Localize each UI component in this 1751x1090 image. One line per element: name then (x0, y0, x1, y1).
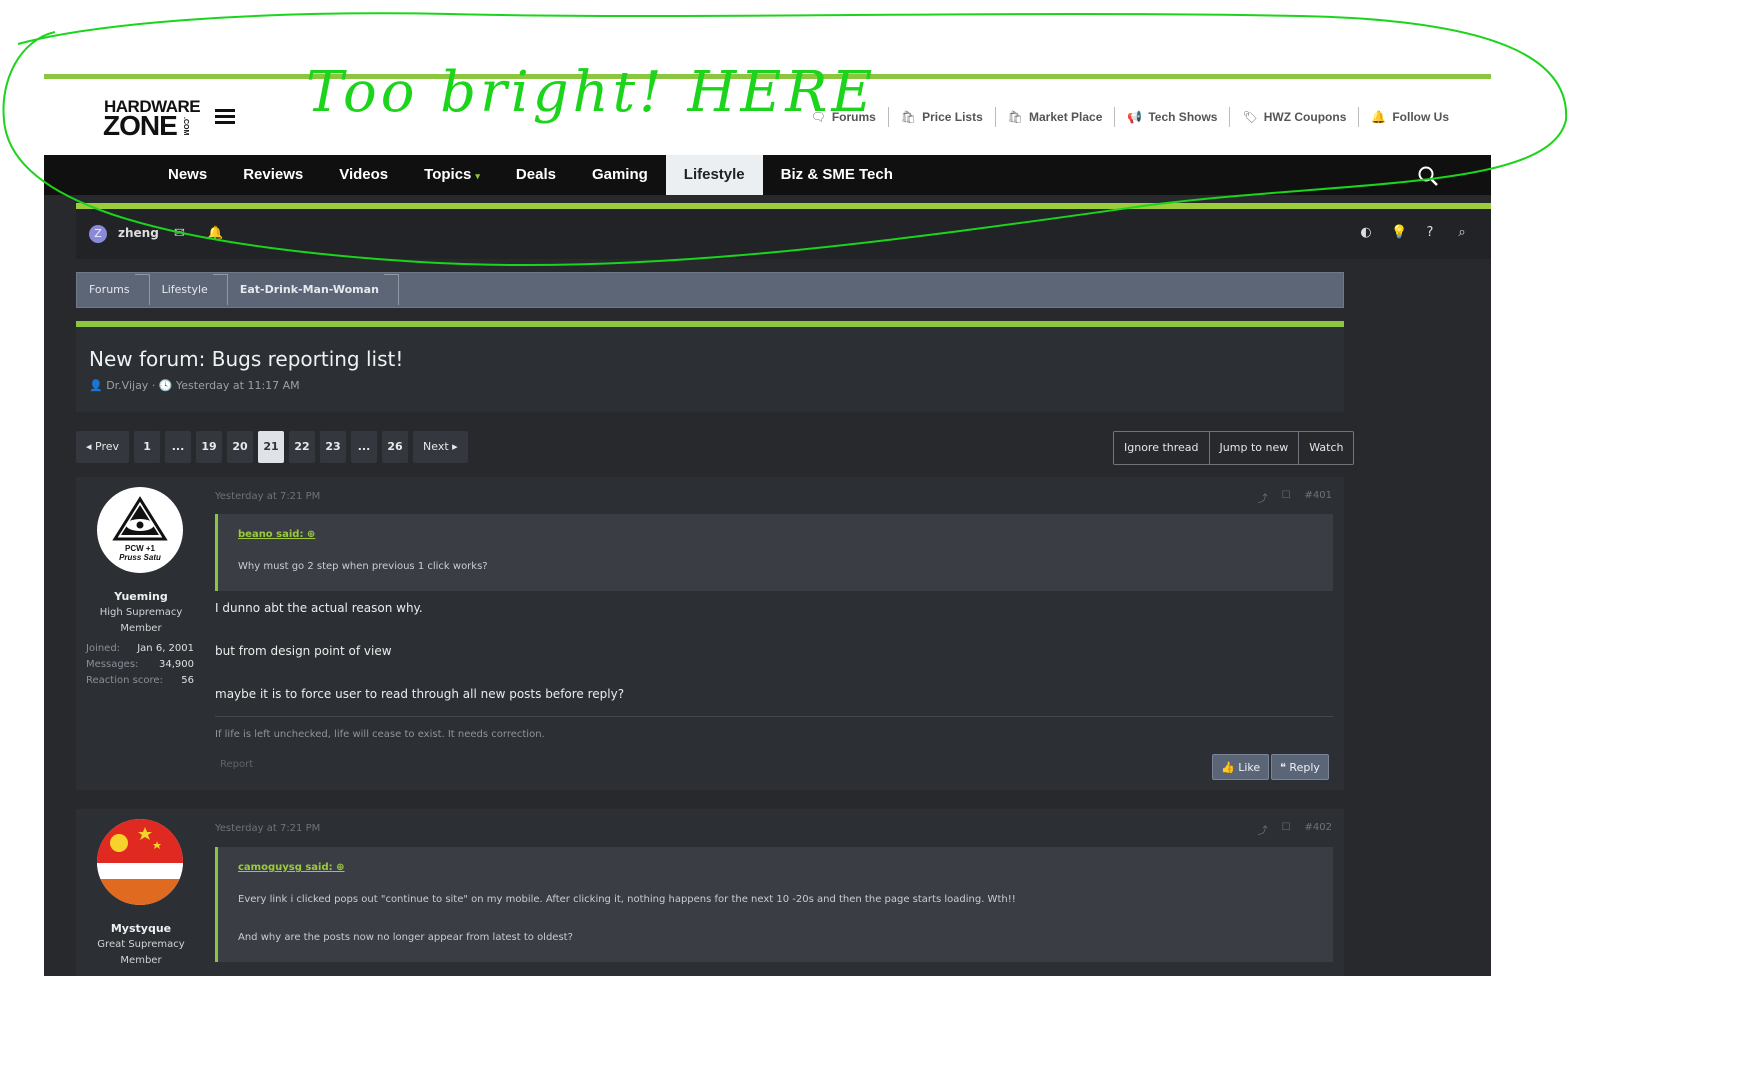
avatar[interactable]: PCW +1 Pruss Satu (97, 487, 183, 573)
envelope-icon[interactable]: ✉ (174, 226, 185, 241)
top-links: 🗨 Forums 🛍 Price Lists 🛍 Market Place 📢 Tech… (799, 107, 1461, 127)
stat-messages: Messages: 34,900 (86, 659, 194, 670)
top-link-hwz-coupons[interactable]: 🏷 HWZ Coupons (1229, 107, 1358, 127)
toggle-icon[interactable]: ◐ (1359, 225, 1373, 240)
post: Mystyque Great Supremacy Member Yesterda… (76, 809, 1344, 976)
quote-block: beano said: ⊕ Why must go 2 step when pr… (215, 514, 1333, 591)
nav-videos[interactable]: Videos (321, 155, 406, 195)
username-link[interactable]: zheng (118, 226, 159, 240)
flag-avatar-icon (97, 819, 183, 905)
watch-button[interactable]: Watch (1298, 432, 1353, 464)
main-nav: News Reviews Videos Topics ▾ Deals Gaming… (44, 155, 1491, 195)
quote-block: camoguysg said: ⊕ Every link i clicked p… (215, 847, 1333, 962)
lightbulb-icon[interactable]: 💡 (1391, 225, 1407, 240)
page-button[interactable]: 22 (289, 431, 316, 463)
megaphone-icon: 📢 (1127, 110, 1143, 124)
eye-triangle-icon: PCW +1 Pruss Satu (112, 496, 168, 562)
breadcrumb-lifestyle[interactable]: Lifestyle (150, 272, 228, 308)
nav-biz-sme-tech[interactable]: Biz & SME Tech (763, 155, 911, 195)
post-body-line: maybe it is to force user to read throug… (215, 687, 625, 701)
top-link-price-lists[interactable]: 🛍 Price Lists (887, 107, 995, 127)
shopping-bag-icon: 🛍 (1007, 110, 1024, 124)
page-button[interactable]: 1 (134, 431, 161, 463)
thread-actions: Ignore thread Jump to new Watch (1113, 431, 1355, 465)
page-button[interactable]: 19 (196, 431, 223, 463)
svg-text:PCW +1: PCW +1 (125, 544, 156, 553)
menu-icon[interactable] (215, 109, 235, 125)
hardwarezone-logo[interactable]: HARDWARE ZONE .COM (102, 95, 201, 141)
tag-icon: 🏷 (1242, 110, 1258, 124)
user-bar: Z zheng ✉ 🔔 ◐ 💡 ? ⌕ (76, 209, 1491, 259)
report-link[interactable]: Report (220, 759, 253, 770)
page-button[interactable]: 20 (227, 431, 254, 463)
page-button[interactable]: 26 (382, 431, 409, 463)
page-ellipsis-button[interactable]: ... (351, 431, 378, 463)
page-title: New forum: Bugs reporting list! (89, 347, 404, 371)
user-title: High Supremacy Member (99, 607, 183, 634)
thread-header: New forum: Bugs reporting list! 👤 Dr.Vij… (76, 321, 1344, 412)
post-date[interactable]: Yesterday at 7:21 PM (215, 491, 320, 502)
nav-topics[interactable]: Topics ▾ (406, 155, 498, 195)
post-number[interactable]: #401 (1305, 490, 1332, 505)
post-author-name[interactable]: Yueming (76, 590, 206, 603)
reply-button[interactable]: ❝ Reply (1271, 754, 1329, 780)
user-title: Great Supremacy Member (97, 939, 185, 966)
breadcrumb-eat-drink-man-woman[interactable]: Eat-Drink-Man-Woman (228, 272, 399, 308)
post-body-line: I dunno abt the actual reason why. (215, 601, 423, 615)
shopping-bag-icon: 🛍 (900, 110, 917, 124)
top-link-tech-shows[interactable]: 📢 Tech Shows (1114, 107, 1229, 127)
quote-author-link[interactable]: camoguysg said: ⊕ (238, 862, 345, 873)
bookmark-icon[interactable]: ☐ (1282, 822, 1291, 837)
nav-lifestyle[interactable]: Lifestyle (665, 155, 763, 195)
post-number[interactable]: #402 (1305, 822, 1332, 837)
forum-area: Z zheng ✉ 🔔 ◐ 💡 ? ⌕ Forums Lifestyle Eat… (44, 195, 1491, 976)
forum-page: HARDWARE ZONE .COM 🗨 Forums 🛍 Price Lists … (44, 74, 1491, 976)
quote-text: Every link i clicked pops out "continue … (238, 894, 1016, 905)
quote-text: Why must go 2 step when previous 1 click… (238, 561, 488, 572)
post-author-name[interactable]: Mystyque (76, 922, 206, 935)
post-author-sidebar: Mystyque Great Supremacy Member (76, 809, 206, 976)
post: PCW +1 Pruss Satu Yueming High Supremacy… (76, 477, 1344, 790)
share-icon[interactable]: ⤴ (1258, 822, 1268, 837)
stat-joined: Joined: Jan 6, 2001 (86, 643, 194, 654)
page-button[interactable]: 23 (320, 431, 347, 463)
post-body-line: but from design point of view (215, 644, 392, 658)
signature: If life is left unchecked, life will cea… (215, 729, 545, 740)
top-link-follow-us[interactable]: 🔔 Follow Us (1358, 107, 1461, 127)
post-author-sidebar: PCW +1 Pruss Satu Yueming High Supremacy… (76, 477, 206, 790)
top-link-market-place[interactable]: 🛍 Market Place (994, 107, 1115, 127)
svg-text:Pruss Satu: Pruss Satu (119, 553, 161, 562)
page-prev-button[interactable]: ◂ Prev (76, 431, 130, 463)
bell-icon[interactable]: 🔔 (207, 226, 223, 241)
stat-reaction-score: Reaction score: 56 (86, 675, 194, 686)
post-date[interactable]: Yesterday at 7:21 PM (215, 823, 320, 834)
thread-meta: 👤 Dr.Vijay · 🕓 Yesterday at 11:17 AM (89, 379, 300, 392)
nav-news[interactable]: News (150, 155, 225, 195)
page-next-button[interactable]: Next ▸ (413, 431, 468, 463)
avatar[interactable] (97, 819, 183, 905)
user-avatar[interactable]: Z (89, 225, 107, 243)
nav-gaming[interactable]: Gaming (574, 155, 666, 195)
share-icon[interactable]: ⤴ (1258, 490, 1268, 505)
like-button[interactable]: 👍 Like (1212, 754, 1270, 780)
nav-deals[interactable]: Deals (498, 155, 574, 195)
breadcrumb: Forums Lifestyle Eat-Drink-Man-Woman (76, 272, 1344, 308)
bell-icon: 🔔 (1371, 110, 1387, 124)
pagination: ◂ Prev 1 ... 19 20 21 22 23 ... 26 Next … (76, 431, 468, 463)
quote-text: And why are the posts now no longer appe… (238, 932, 573, 943)
chevron-down-icon: ▾ (475, 171, 480, 181)
breadcrumb-forums[interactable]: Forums (77, 272, 150, 308)
quote-author-link[interactable]: beano said: ⊕ (238, 529, 315, 540)
jump-to-new-button[interactable]: Jump to new (1208, 432, 1299, 464)
search-icon[interactable] (1417, 165, 1439, 187)
page-button-current[interactable]: 21 (258, 431, 285, 463)
help-icon[interactable]: ? (1423, 225, 1437, 240)
nav-reviews[interactable]: Reviews (225, 155, 321, 195)
ignore-thread-button[interactable]: Ignore thread (1114, 432, 1209, 464)
annotation-text: Too bright! HERE (306, 60, 877, 125)
signature-divider (215, 716, 1333, 717)
page-ellipsis-button[interactable]: ... (165, 431, 192, 463)
bookmark-icon[interactable]: ☐ (1282, 490, 1291, 505)
search-icon[interactable]: ⌕ (1455, 225, 1469, 240)
